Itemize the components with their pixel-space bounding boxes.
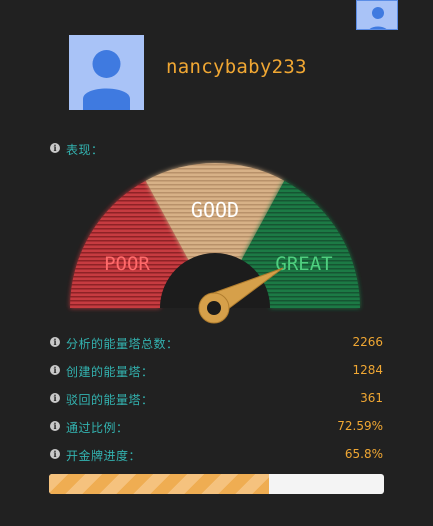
info-icon[interactable]: i bbox=[50, 365, 60, 375]
gauge-label-great: GREAT bbox=[275, 253, 332, 275]
gold-progress-bar bbox=[49, 474, 384, 494]
user-icon bbox=[369, 7, 387, 29]
gold-progress-fill bbox=[49, 474, 270, 494]
stat-label-gold-progress: 开金牌进度： bbox=[66, 449, 142, 463]
stat-label-created: 创建的能量塔： bbox=[66, 365, 154, 379]
gauge-label-good: GOOD bbox=[191, 198, 239, 222]
performance-label: 表现： bbox=[66, 143, 104, 157]
info-icon[interactable]: i bbox=[50, 337, 60, 347]
username: nancybaby233 bbox=[166, 56, 307, 78]
info-icon[interactable]: i bbox=[50, 143, 60, 153]
info-icon[interactable]: i bbox=[50, 393, 60, 403]
user-icon bbox=[83, 50, 130, 110]
stat-label-rejected: 驳回的能量塔： bbox=[66, 393, 154, 407]
account-avatar-button[interactable] bbox=[356, 0, 398, 30]
info-icon[interactable]: i bbox=[50, 449, 60, 459]
stat-label-pass-rate: 通过比例： bbox=[66, 421, 129, 435]
stat-value-created: 1284 bbox=[352, 363, 383, 377]
stat-value-gold-progress: 65.8% bbox=[344, 447, 383, 461]
info-icon[interactable]: i bbox=[50, 421, 60, 431]
gauge-label-poor: POOR bbox=[104, 253, 150, 275]
stat-value-rejected: 361 bbox=[360, 391, 383, 405]
stat-value-pass-rate: 72.59% bbox=[337, 419, 383, 433]
performance-gauge: GOOD POOR GREAT bbox=[65, 160, 365, 330]
stat-label-total: 分析的能量塔总数： bbox=[66, 337, 179, 351]
avatar bbox=[69, 35, 144, 110]
stat-value-total: 2266 bbox=[352, 335, 383, 349]
